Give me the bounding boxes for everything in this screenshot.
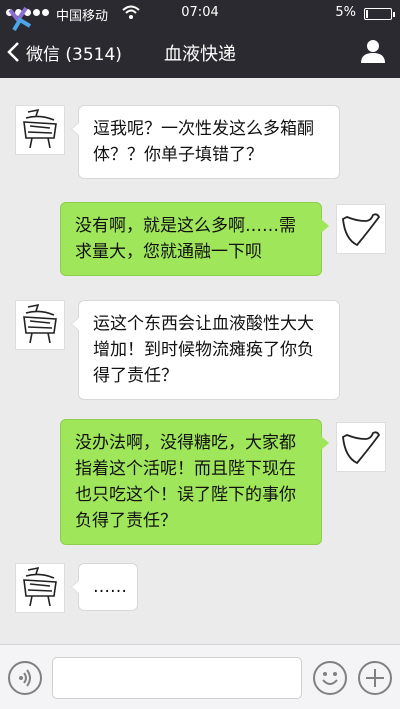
back-label: 微信 (3514) [26, 44, 122, 65]
message-line: 也只吃这个！误了陛下的事你 [75, 485, 296, 505]
battery-level [366, 10, 368, 18]
more-button[interactable] [358, 661, 392, 695]
message-input[interactable] [52, 657, 302, 699]
message-bubble[interactable]: 没办法啊，没得糖吃，大家都 指着这个活呢！而且陛下现在 也只吃这个！误了陛下的事… [60, 419, 329, 545]
emoji-icon [322, 672, 338, 685]
chevron-left-icon [7, 42, 19, 62]
status-bar: 中国移动 07:04 5% [0, 0, 400, 26]
person-icon[interactable] [360, 38, 386, 64]
message-bubble[interactable]: 没有啊，就是这么多啊……需 求量大，您就通融一下呗 [60, 202, 329, 276]
message-line: 逗我呢？一次性发这么多箱酮 [93, 119, 314, 139]
message-line: 指着这个活呢！而且陛下现在 [75, 459, 296, 479]
voice-icon [19, 669, 31, 687]
message-line: 得了责任？ [93, 366, 178, 386]
message-line: 没有啊，就是这么多啊……需 [75, 216, 296, 236]
message-bubble[interactable]: 逗我呢？一次性发这么多箱酮 体？？你单子填错了？ [71, 105, 340, 179]
contact-avatar[interactable] [15, 105, 65, 155]
plus-icon [366, 669, 384, 687]
back-button[interactable]: 微信 (3514) [4, 34, 122, 70]
emoji-button[interactable] [313, 661, 347, 695]
message-line: 没办法啊，没得糖吃，大家都 [75, 433, 296, 453]
nav-bar: 微信 (3514) 血液快递 [0, 26, 400, 78]
message-line: 运这个东西会让血液酸性大大 [93, 314, 314, 334]
input-bar [0, 644, 400, 709]
battery-icon [364, 8, 395, 20]
chat-area[interactable]: 逗我呢？一次性发这么多箱酮 体？？你单子填错了？ 没有啊，就是这么多啊……需 求… [0, 78, 400, 644]
contact-avatar[interactable] [15, 563, 65, 613]
message-line: …… [93, 577, 127, 597]
message-bubble[interactable]: …… [71, 563, 138, 611]
message-line: 增加！到时候物流瘫痪了你负 [93, 340, 314, 360]
message-line: 求量大，您就通融一下呗 [75, 242, 262, 262]
message-line: 负得了责任？ [75, 511, 177, 531]
message-line: 体？？你单子填错了？ [93, 145, 263, 165]
my-avatar[interactable] [336, 422, 386, 472]
contact-avatar[interactable] [15, 300, 65, 350]
voice-button[interactable] [8, 661, 42, 695]
battery-percent: 5% [335, 5, 356, 20]
message-bubble[interactable]: 运这个东西会让血液酸性大大 增加！到时候物流瘫痪了你负 得了责任？ [71, 300, 340, 400]
my-avatar[interactable] [336, 204, 386, 254]
watermark-logo [8, 6, 32, 32]
